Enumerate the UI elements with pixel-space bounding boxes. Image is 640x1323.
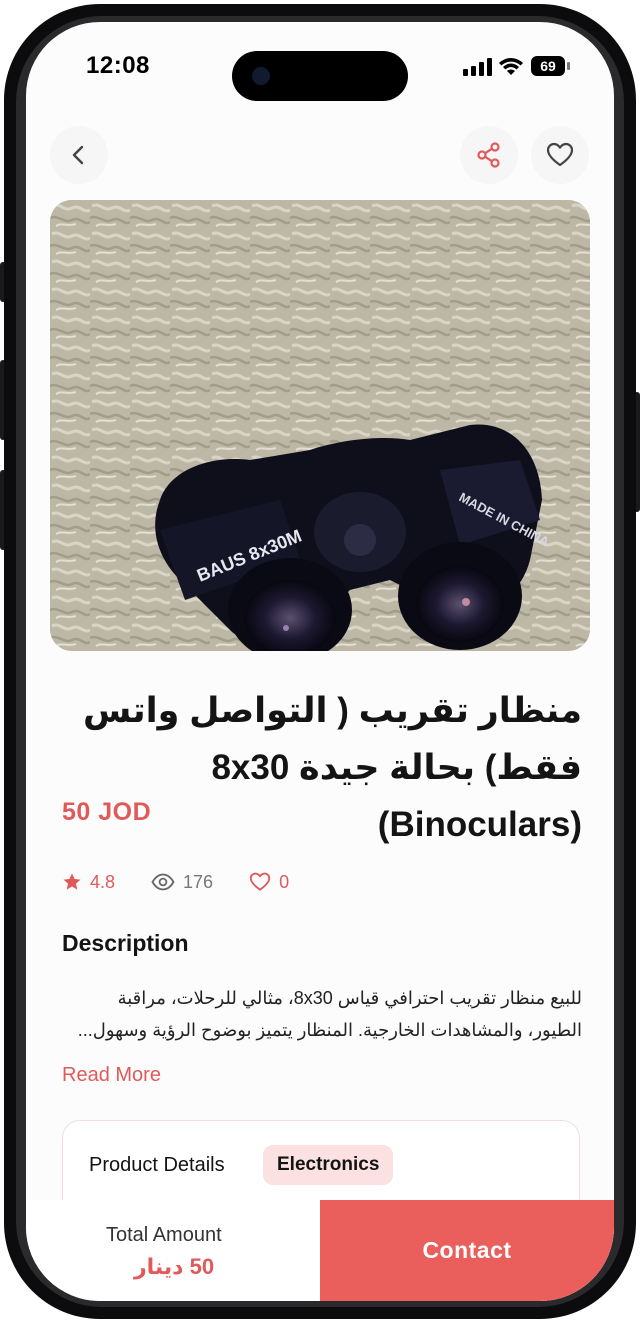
- dynamic-island: [232, 51, 408, 101]
- rating-value: 4.8: [90, 871, 116, 892]
- bottom-bar: Total Amount 50 دينار Contact: [26, 1200, 614, 1301]
- description-heading: Description: [62, 930, 189, 956]
- battery-indicator: 69: [531, 56, 565, 76]
- chevron-left-icon: [72, 145, 84, 165]
- wifi-icon: [499, 58, 523, 75]
- rating-stat: 4.8: [62, 872, 115, 893]
- battery-tip: [567, 62, 570, 70]
- screen: 12:08 69 BAUS 8x30M MADE IN CHINA منظار …: [26, 22, 614, 1301]
- heart-outline-icon: [546, 142, 574, 167]
- phone-frame: 12:08 69 BAUS 8x30M MADE IN CHINA منظار …: [0, 0, 640, 1323]
- share-icon: [477, 142, 500, 168]
- cellular-signal-icon: [463, 58, 493, 76]
- eye-icon: [151, 873, 175, 891]
- views-stat: 176: [151, 872, 213, 893]
- share-button[interactable]: [460, 126, 518, 184]
- star-icon: [63, 873, 81, 890]
- views-value: 176: [183, 871, 214, 892]
- back-button[interactable]: [50, 126, 108, 184]
- favorites-stat: 0: [249, 872, 289, 893]
- product-title: منظار تقريب ( التواصل واتس فقط) بحالة جي…: [83, 691, 582, 844]
- description-text: للبيع منظار تقريب احترافي قياس 8x30، مثا…: [77, 988, 582, 1040]
- front-camera: [252, 67, 270, 85]
- category-tag[interactable]: Electronics: [263, 1145, 394, 1185]
- favorite-button[interactable]: [531, 126, 589, 184]
- binoculars-photo: BAUS 8x30M MADE IN CHINA: [50, 200, 590, 651]
- product-details-label: Product Details: [89, 1154, 225, 1176]
- favorites-value: 0: [279, 871, 290, 892]
- contact-button[interactable]: Contact: [320, 1200, 614, 1301]
- heart-outline-icon: [249, 872, 271, 891]
- total-amount-value: 50 دينار: [134, 1254, 215, 1279]
- total-amount-label: Total Amount: [106, 1224, 222, 1246]
- product-price: 50 JOD: [62, 798, 152, 826]
- product-photo[interactable]: BAUS 8x30M MADE IN CHINA: [50, 200, 590, 651]
- read-more-link[interactable]: Read More: [62, 1064, 161, 1087]
- stats-row: 4.8 176 0: [62, 868, 325, 896]
- status-time: 12:08: [86, 52, 150, 79]
